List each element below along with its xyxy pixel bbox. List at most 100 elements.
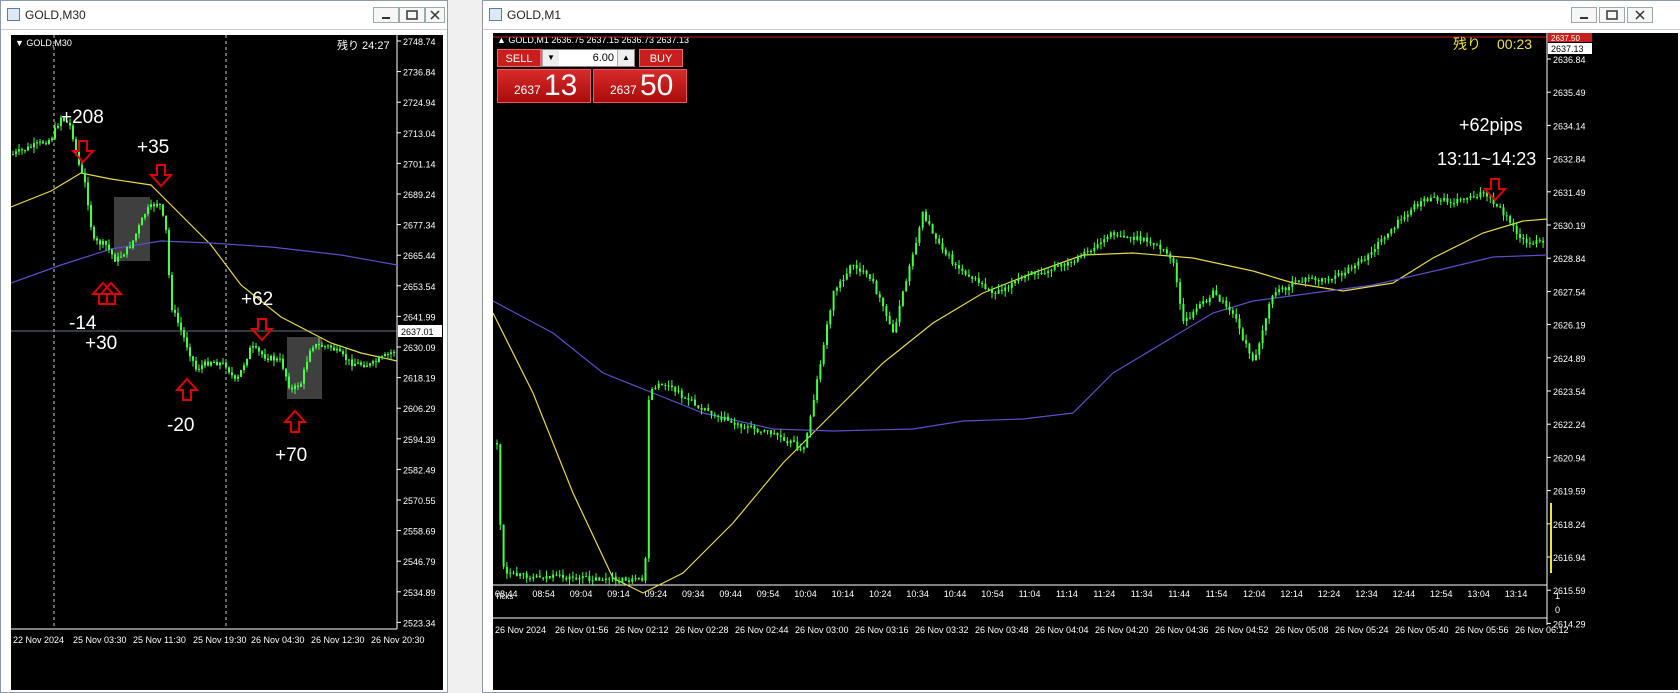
ma-fast-line bbox=[493, 218, 1548, 594]
candle-body bbox=[1469, 196, 1472, 198]
candle-body bbox=[1271, 295, 1274, 305]
candle-body bbox=[1350, 267, 1353, 269]
candle-body bbox=[249, 347, 251, 360]
candle-body bbox=[1159, 244, 1162, 250]
candle-body bbox=[93, 227, 95, 239]
candle-body bbox=[677, 390, 680, 392]
candle-body bbox=[1215, 290, 1218, 296]
candle-body bbox=[1066, 262, 1069, 266]
candle-body bbox=[1000, 289, 1003, 291]
tick-time-label: 09:54 bbox=[757, 589, 780, 599]
candle-body bbox=[1070, 262, 1073, 264]
time-axis-label: 26 Nov 05:08 bbox=[1275, 625, 1329, 635]
candle-body bbox=[384, 354, 386, 357]
maximize-button[interactable] bbox=[1599, 7, 1625, 23]
candle-body bbox=[234, 375, 236, 379]
chart-area[interactable]: ▲ GOLD,M1 2636.75 2637.15 2636.73 2637.1… bbox=[493, 33, 1678, 690]
tick-time-label: 11:24 bbox=[1093, 589, 1115, 599]
candle-body bbox=[1340, 273, 1343, 276]
candle-body bbox=[842, 279, 845, 282]
tick-time-label: 11:34 bbox=[1131, 589, 1153, 599]
candle-body bbox=[1152, 243, 1155, 245]
candle-body bbox=[941, 243, 944, 250]
buy-price-pips: 50 bbox=[640, 69, 674, 102]
candle-body bbox=[1251, 353, 1254, 361]
candle-body bbox=[1175, 262, 1178, 283]
candle-body bbox=[687, 398, 690, 400]
candle-body bbox=[707, 408, 710, 411]
candle-body bbox=[694, 399, 696, 406]
price-axis-label: 2582.49 bbox=[403, 465, 436, 475]
time-axis-label: 26 Nov 04:04 bbox=[1035, 625, 1089, 635]
window-gold-m1[interactable]: GOLD,M1 ▲ GOLD,M1 2636.75 2637.15 2636.7… bbox=[482, 0, 1680, 693]
lot-size-field[interactable]: ▼ ▲ bbox=[541, 49, 635, 67]
candle-body bbox=[911, 254, 914, 267]
sell-button[interactable]: SELL bbox=[497, 49, 541, 67]
buy-price-button[interactable]: 2637 50 bbox=[593, 69, 687, 103]
maximize-button[interactable] bbox=[399, 7, 425, 23]
candle-body bbox=[213, 361, 215, 363]
candle-body bbox=[1149, 241, 1152, 244]
sell-price-button[interactable]: 2637 13 bbox=[497, 69, 591, 103]
candle-body bbox=[1195, 308, 1198, 312]
price-axis-label: 2570.55 bbox=[403, 496, 436, 506]
candle-body bbox=[1528, 242, 1531, 244]
close-button[interactable] bbox=[1627, 7, 1653, 23]
candle-body bbox=[1370, 252, 1373, 255]
tick-time-label: 11:14 bbox=[1056, 589, 1078, 599]
candle-body bbox=[204, 361, 206, 366]
chart-area[interactable]: ▼ GOLD,M30 残り 24:27 2748.74 2736.84 2724.94 2… bbox=[11, 35, 443, 690]
candle-body bbox=[1519, 234, 1521, 238]
candle-body bbox=[201, 365, 203, 369]
buy-button[interactable]: BUY bbox=[639, 49, 683, 67]
candle-body bbox=[177, 312, 179, 323]
candle-body bbox=[849, 265, 852, 274]
candle-body bbox=[1281, 287, 1284, 290]
candle-body bbox=[1179, 282, 1182, 304]
candle-body bbox=[1162, 249, 1165, 251]
title-bar[interactable]: GOLD,M30 bbox=[1, 1, 447, 30]
minimize-button[interactable] bbox=[373, 7, 399, 23]
candle-body bbox=[670, 385, 673, 387]
lot-size-input[interactable] bbox=[560, 50, 614, 66]
minimize-button[interactable] bbox=[1571, 7, 1597, 23]
candle-body bbox=[102, 241, 104, 245]
window-title: GOLD,M30 bbox=[25, 8, 86, 22]
remaining-label: 残り bbox=[1453, 36, 1481, 52]
chart-symbol-label: ▼ GOLD,M30 bbox=[15, 38, 72, 48]
candle-body bbox=[588, 576, 591, 581]
candle-body bbox=[1297, 280, 1300, 282]
pips-annotation: +208 bbox=[61, 107, 104, 128]
title-bar[interactable]: GOLD,M1 bbox=[483, 1, 1680, 30]
candle-body bbox=[315, 343, 317, 348]
tick-time-label: 08:54 bbox=[532, 589, 555, 599]
candle-body bbox=[895, 322, 898, 333]
candle-body bbox=[324, 346, 326, 348]
candle-body bbox=[285, 368, 287, 377]
window-gold-m30[interactable]: GOLD,M30 ▼ GOLD,M30 残り 24:27 2748.74 2736.8… bbox=[0, 0, 448, 693]
candle-body bbox=[336, 348, 338, 351]
candle-body bbox=[806, 432, 809, 448]
candle-body bbox=[207, 361, 209, 366]
close-button[interactable] bbox=[425, 7, 445, 23]
candle-body bbox=[621, 577, 624, 583]
price-axis-label: 2748.74 bbox=[403, 37, 436, 47]
lot-increase-arrow-icon[interactable]: ▲ bbox=[617, 50, 634, 66]
candle-body bbox=[532, 576, 535, 579]
time-axis-label: 22 Nov 2024 bbox=[13, 635, 64, 645]
candle-body bbox=[222, 362, 224, 364]
lot-decrease-arrow-icon[interactable]: ▼ bbox=[542, 50, 559, 66]
candle-body bbox=[1205, 301, 1208, 303]
candle-body bbox=[872, 278, 875, 282]
time-axis-label: 26 Nov 05:56 bbox=[1455, 625, 1509, 635]
candle-body bbox=[1132, 236, 1135, 240]
candle-body bbox=[1169, 253, 1172, 259]
candle-body bbox=[1403, 216, 1406, 220]
candle-body bbox=[812, 400, 815, 417]
candle-body bbox=[1043, 272, 1046, 274]
tick-time-label: 12:24 bbox=[1318, 589, 1341, 599]
candle-body bbox=[270, 355, 272, 361]
tick-time-label: 10:54 bbox=[981, 589, 1004, 599]
candle-body bbox=[192, 356, 194, 361]
candle-body bbox=[565, 577, 568, 580]
